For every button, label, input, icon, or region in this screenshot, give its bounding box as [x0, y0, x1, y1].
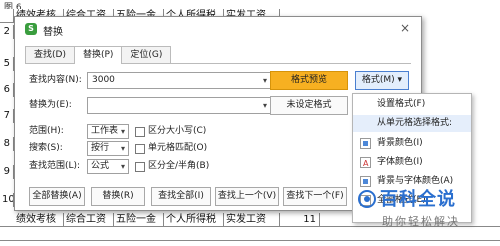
dialog-title: 替换 — [43, 27, 63, 38]
find-previous-button[interactable]: 查找上一个(V) — [215, 187, 279, 206]
match-case-label: 区分大小写(C) — [148, 126, 207, 136]
match-width-option[interactable]: 区分全/半角(B) — [135, 160, 209, 173]
lookin-select[interactable]: 公式 ▾ — [87, 159, 129, 174]
watermark: 百科全说 助你轻松解决 — [356, 184, 492, 236]
no-format-button[interactable]: 未设定格式 — [270, 96, 348, 115]
replace-label: 替换为(E): — [29, 100, 72, 110]
tab-find[interactable]: 查找(D) — [25, 46, 75, 63]
find-next-button[interactable]: 查找下一个(F) — [283, 187, 347, 206]
row-number[interactable]: 5 — [0, 57, 14, 71]
format-button[interactable]: 格式(M) ▾ — [355, 71, 409, 90]
row-number[interactable]: 6 — [0, 83, 14, 97]
row-number[interactable]: 8 — [0, 137, 14, 151]
search-label: 搜索(S): — [29, 143, 63, 153]
sheet-header-cell[interactable]: 绩效考核 — [14, 213, 64, 227]
match-case-option[interactable]: 区分大小写(C) — [135, 125, 206, 138]
lookin-label: 查找范围(L): — [29, 161, 81, 171]
watermark-logo-icon — [358, 190, 376, 208]
chevron-down-icon: ▾ — [120, 127, 125, 136]
watermark-title: 百科全说 — [380, 189, 456, 210]
watermark-subtitle: 助你轻松解决 — [382, 215, 460, 228]
row-number[interactable]: 7 — [0, 109, 14, 123]
menu-item-background-color[interactable]: 背景颜色(I) — [353, 135, 471, 152]
replace-all-button[interactable]: 全部替换(A) — [29, 187, 85, 206]
chevron-down-icon: ▾ — [120, 162, 125, 171]
background-color-icon — [360, 138, 371, 149]
row-number[interactable]: 9 — [0, 165, 14, 179]
match-cell-checkbox[interactable] — [135, 143, 145, 154]
chevron-down-icon[interactable]: ▾ — [263, 73, 267, 88]
sheet-header-cell[interactable]: 综合工资 — [64, 213, 114, 227]
dialog-tabs: 查找(D) 替换(P) 定位(G) — [25, 46, 172, 64]
sheet-header-cell[interactable]: 个人所得税 — [164, 213, 224, 227]
menu-item-font-color[interactable]: 字体颜色(I) — [353, 154, 471, 172]
scope-label: 范围(H): — [29, 126, 64, 136]
replace-button[interactable]: 替换(R) — [91, 187, 145, 206]
sheet-header-cell[interactable]: 实发工资 — [224, 213, 280, 227]
chevron-down-icon: ▾ — [120, 144, 125, 153]
match-cell-label: 单元格匹配(O) — [148, 143, 208, 153]
lookin-select-value: 公式 — [91, 161, 110, 171]
menu-item-from-cell[interactable]: 从单元格选择格式: — [353, 115, 471, 132]
sheet-header-cell[interactable]: 五险一金 — [114, 213, 164, 227]
match-width-checkbox[interactable] — [135, 161, 145, 172]
row-number[interactable]: 2 — [0, 25, 14, 39]
scope-select-value: 工作表 — [91, 126, 119, 136]
format-preview-button[interactable]: 格式预览 — [270, 71, 348, 90]
wps-app-icon: S — [25, 23, 37, 35]
menu-item-label: 背景颜色(I) — [377, 138, 423, 148]
tab-goto[interactable]: 定位(G) — [121, 46, 172, 63]
search-select-value: 按行 — [91, 143, 110, 153]
find-input-value: 3000 — [92, 75, 115, 85]
close-icon[interactable]: × — [397, 20, 413, 36]
tab-replace[interactable]: 替换(P) — [73, 46, 123, 64]
row-number[interactable]: 10 — [0, 193, 14, 207]
match-cell-option[interactable]: 单元格匹配(O) — [135, 142, 207, 155]
menu-item-label: 从单元格选择格式: — [377, 118, 453, 128]
find-input[interactable]: 3000 ▾ — [87, 72, 271, 89]
scope-select[interactable]: 工作表 ▾ — [87, 124, 129, 139]
menu-item-label: 字体颜色(I) — [377, 157, 423, 167]
find-all-button[interactable]: 查找全部(I) — [151, 187, 211, 206]
chevron-down-icon[interactable]: ▾ — [263, 98, 267, 113]
sheet-cell[interactable] — [0, 9, 14, 23]
search-select[interactable]: 按行 ▾ — [87, 141, 129, 156]
find-label: 查找内容(N): — [29, 75, 82, 85]
font-color-icon — [360, 155, 371, 172]
sheet-number-cell[interactable]: 11 — [280, 213, 320, 227]
match-width-label: 区分全/半角(B) — [148, 161, 210, 171]
match-case-checkbox[interactable] — [135, 126, 145, 137]
replace-input[interactable]: ▾ — [87, 97, 271, 114]
menu-item-set-format[interactable]: 设置格式(F) — [353, 96, 471, 113]
menu-item-label: 设置格式(F) — [377, 99, 426, 109]
dialog-titlebar[interactable]: S 替换 × — [15, 17, 421, 41]
